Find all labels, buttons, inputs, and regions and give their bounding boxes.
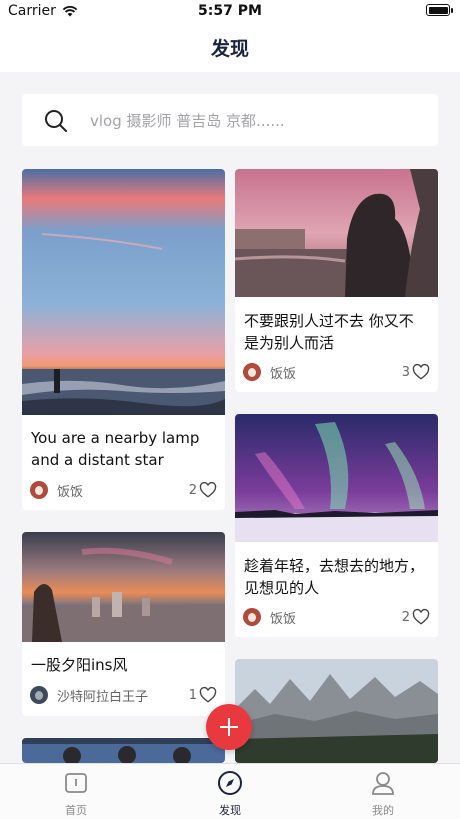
like-count: 2 xyxy=(401,609,410,625)
heart-icon[interactable] xyxy=(199,686,217,704)
author-name: 饭饭 xyxy=(270,611,297,627)
add-post-button[interactable] xyxy=(206,704,252,750)
post-card[interactable]: 一股夕阳ins风 沙特阿拉白王子 1 xyxy=(22,532,225,716)
post-card[interactable]: You are a nearby lamp and a distant star… xyxy=(22,169,225,510)
post-title: 不要跟别人过不去 你又不是为别人而活 xyxy=(244,312,414,352)
author-name: 沙特阿拉白王子 xyxy=(57,689,149,705)
heart-icon[interactable] xyxy=(412,363,430,381)
home-icon xyxy=(65,773,87,793)
post-meta: 饭饭 2 xyxy=(30,479,217,501)
search-bar[interactable] xyxy=(22,94,438,146)
compass-icon xyxy=(218,771,242,795)
navigation-bar: 发现 xyxy=(0,24,460,72)
search-icon xyxy=(45,110,67,132)
tab-bar: 首页 发现 我的 xyxy=(0,763,460,819)
tab-profile-label: 我的 xyxy=(372,804,394,817)
post-image xyxy=(235,169,438,297)
post-card[interactable]: 不要跟别人过不去 你又不是为别人而活 饭饭 3 xyxy=(235,169,438,392)
post-image xyxy=(22,169,225,415)
post-card[interactable] xyxy=(22,738,225,763)
avatar xyxy=(30,686,48,704)
post-title: You are a nearby lamp and a distant star xyxy=(31,429,200,469)
tab-home-label: 首页 xyxy=(65,804,87,817)
post-title: 趁着年轻，去想去的地方，见想见的人 xyxy=(244,557,425,597)
author-name: 饭饭 xyxy=(270,366,297,382)
post-meta: 沙特阿拉白王子 1 xyxy=(30,684,217,706)
post-image xyxy=(235,659,438,763)
post-card[interactable] xyxy=(235,659,438,763)
tab-discover-label: 发现 xyxy=(219,804,241,817)
clock: 5:57 PM xyxy=(198,3,262,19)
user-icon xyxy=(372,772,394,795)
post-image xyxy=(235,414,438,542)
post-image xyxy=(22,532,225,642)
post-card[interactable]: 趁着年轻，去想去的地方，见想见的人 饭饭 2 xyxy=(235,414,438,637)
avatar xyxy=(243,363,261,381)
post-title: 一股夕阳ins风 xyxy=(31,656,128,674)
heart-icon[interactable] xyxy=(412,608,430,626)
avatar xyxy=(30,481,48,499)
tab-home[interactable]: 首页 xyxy=(36,770,116,818)
post-image xyxy=(22,738,225,763)
battery-icon xyxy=(426,4,453,16)
status-bar: Carrier 5:57 PM xyxy=(0,0,460,24)
like-count: 1 xyxy=(188,687,197,703)
heart-icon[interactable] xyxy=(199,481,217,499)
tab-profile[interactable]: 我的 xyxy=(343,770,423,818)
avatar xyxy=(243,608,261,626)
tab-discover[interactable]: 发现 xyxy=(190,770,270,818)
like-count: 2 xyxy=(188,482,197,498)
search-input[interactable] xyxy=(88,108,422,134)
post-meta: 饭饭 3 xyxy=(243,361,430,383)
like-count: 3 xyxy=(401,364,410,380)
page-title: 发现 xyxy=(210,38,249,60)
post-meta: 饭饭 2 xyxy=(243,606,430,628)
author-name: 饭饭 xyxy=(57,484,84,500)
